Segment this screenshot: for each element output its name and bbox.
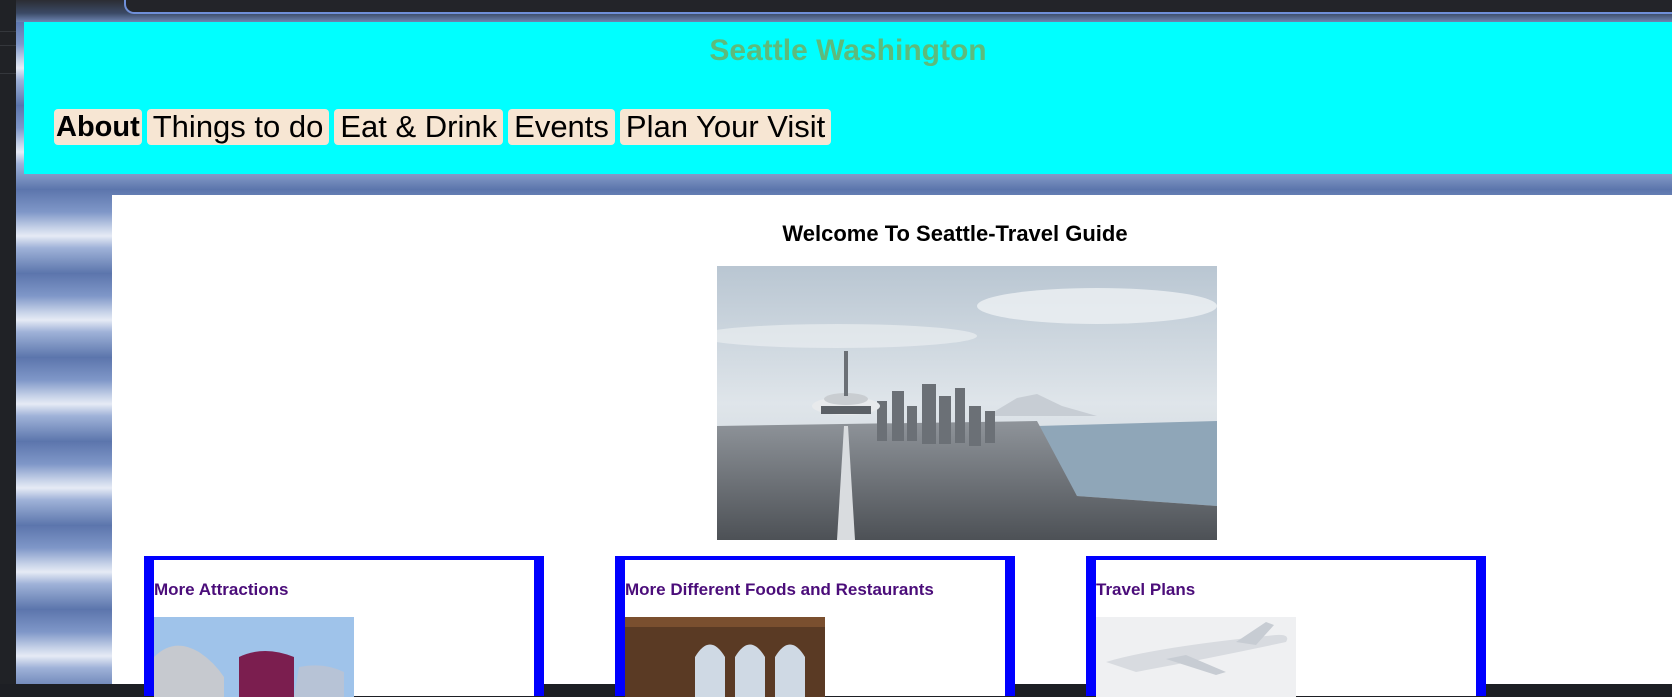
seattle-skyline-image: [717, 266, 1217, 540]
nav-about[interactable]: About: [54, 109, 142, 145]
nav-things-to-do[interactable]: Things to do: [146, 109, 330, 145]
card-title: More Different Foods and Restaurants: [625, 580, 934, 599]
site-title: Seattle Washington: [709, 34, 987, 67]
address-field[interactable]: [124, 0, 1672, 14]
card-title: More Attractions: [154, 580, 289, 599]
card-travel-plans[interactable]: Travel Plans: [1086, 556, 1486, 697]
restaurant-image: [625, 617, 825, 697]
nav-plan-your-visit[interactable]: Plan Your Visit: [619, 109, 832, 145]
welcome-heading: Welcome To Seattle-Travel Guide: [782, 221, 1128, 246]
site-header: Seattle Washington About Things to do Ea…: [24, 22, 1672, 174]
card-foods-restaurants[interactable]: More Different Foods and Restaurants: [615, 556, 1015, 697]
attractions-image: [154, 617, 354, 697]
card-title: Travel Plans: [1096, 580, 1196, 599]
viewer-left-strip: [0, 0, 16, 684]
browser-top-bar: [16, 0, 1672, 22]
airplane-image: [1096, 617, 1296, 697]
nav-eat-drink[interactable]: Eat & Drink: [334, 109, 504, 145]
nav-events[interactable]: Events: [508, 109, 615, 145]
card-more-attractions[interactable]: More Attractions: [144, 556, 544, 697]
main-nav: About Things to do Eat & Drink Events Pl…: [54, 109, 832, 145]
main-content: Welcome To Seattle-Travel Guide More Att…: [112, 195, 1672, 697]
